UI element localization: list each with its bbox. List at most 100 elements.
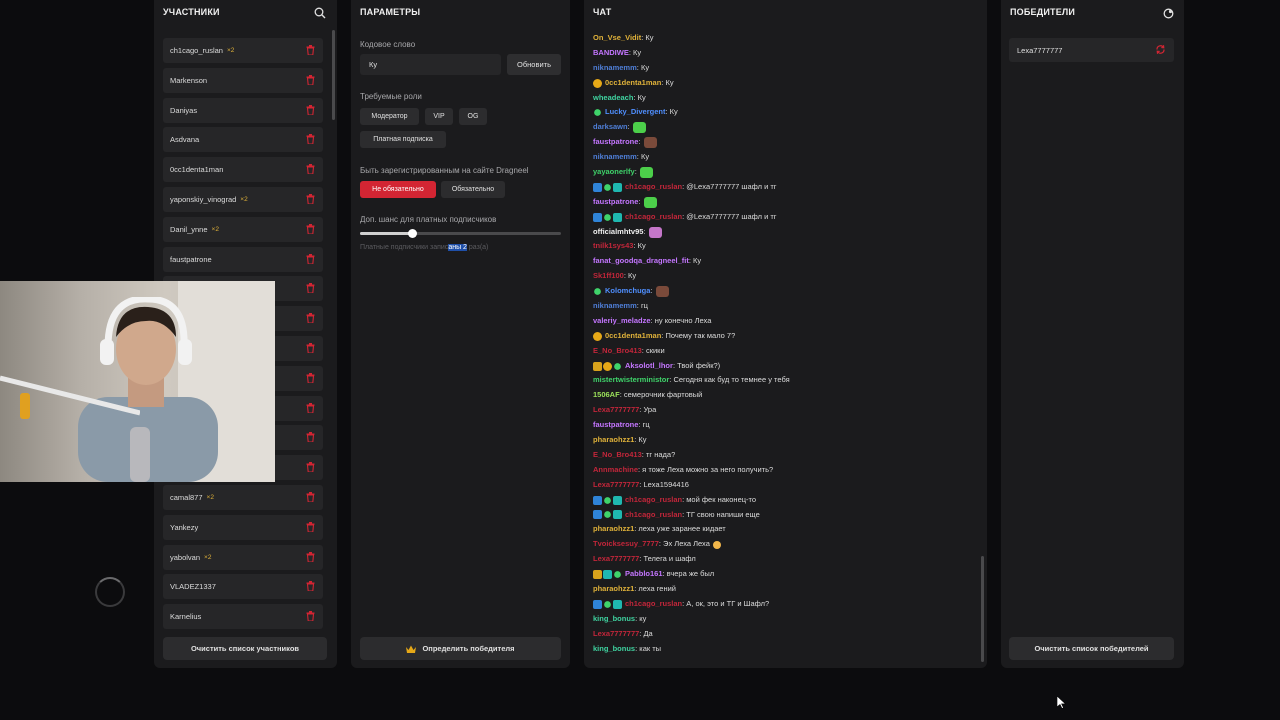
chance-slider[interactable]: [360, 229, 561, 238]
chat-username[interactable]: Lucky_Divergent: [605, 105, 665, 120]
pick-winner-button[interactable]: Определить победителя: [360, 637, 561, 660]
chat-username[interactable]: king_bonus: [593, 642, 635, 657]
trash-icon[interactable]: [306, 134, 315, 146]
chat-username[interactable]: 0cc1denta1man: [605, 76, 661, 91]
role-og-chip[interactable]: OG: [459, 108, 487, 125]
not-required-option[interactable]: Не обязательно: [360, 181, 436, 198]
chat-message: valeriy_meladze: ну конечно Леха: [593, 314, 973, 329]
trash-icon[interactable]: [306, 581, 315, 593]
role-paid-sub-chip[interactable]: Платная подписка: [360, 131, 446, 148]
chat-username[interactable]: ch1cago_ruslan: [625, 508, 682, 523]
chat-scrollbar[interactable]: [981, 556, 984, 662]
search-icon[interactable]: [313, 6, 327, 20]
chat-username[interactable]: niknamemm: [593, 299, 637, 314]
role-moderator-chip[interactable]: Модератор: [360, 108, 419, 125]
chat-username[interactable]: valeriy_meladze: [593, 314, 651, 329]
gold-badge-icon: [603, 361, 612, 371]
trash-icon[interactable]: [306, 551, 315, 564]
trash-icon[interactable]: [306, 402, 315, 415]
chat-username[interactable]: Lexa7777777: [593, 478, 639, 493]
trash-icon[interactable]: [306, 104, 315, 117]
trash-icon[interactable]: [306, 462, 315, 474]
chat-username[interactable]: Kolomchuga: [605, 284, 650, 299]
chat-text: : Ку: [633, 92, 646, 102]
chat-username[interactable]: wheadeach: [593, 91, 633, 106]
keyword-input[interactable]: Ку: [360, 54, 501, 75]
chat-username[interactable]: Lexa7777777: [593, 403, 639, 418]
chat-username[interactable]: 1506AF: [593, 388, 620, 403]
chat-username[interactable]: E_No_Bro413: [593, 344, 642, 359]
chat-username[interactable]: 0cc1denta1man: [605, 329, 661, 344]
chat-username[interactable]: pharaohzz1: [593, 433, 634, 448]
chat-username[interactable]: ch1cago_ruslan: [625, 597, 682, 612]
chat-username[interactable]: Aksolotl_lhor: [625, 359, 673, 374]
participant-name: Daniyas: [170, 105, 198, 115]
chat-username[interactable]: fanat_goodqa_dragneel_fit: [593, 254, 689, 269]
chat-username[interactable]: king_bonus: [593, 612, 635, 627]
chat-username[interactable]: niknamemm: [593, 61, 637, 76]
role-vip-chip[interactable]: VIP: [425, 108, 453, 125]
chat-username[interactable]: faustpatrone: [593, 195, 638, 210]
trash-icon[interactable]: [306, 74, 315, 87]
chat-message: faustpatrone:: [593, 195, 973, 210]
trash-icon[interactable]: [306, 253, 315, 266]
chat-username[interactable]: pharaohzz1: [593, 522, 634, 537]
chat-message: pharaohzz1: леха уже заранее кидает: [593, 522, 973, 537]
chat-username[interactable]: faustpatrone: [593, 135, 638, 150]
chat-username[interactable]: ch1cago_ruslan: [625, 493, 682, 508]
chat-username[interactable]: darksawn: [593, 120, 628, 135]
trash-icon[interactable]: [306, 164, 315, 176]
chat-username[interactable]: E_No_Bro413: [593, 448, 642, 463]
participants-title: УЧАСТНИКИ: [163, 7, 220, 17]
chat-username[interactable]: BANDIWE: [593, 46, 629, 61]
chat-username[interactable]: Sk1ff100: [593, 269, 624, 284]
trash-icon[interactable]: [306, 193, 315, 206]
chance-slider-knob[interactable]: [408, 229, 418, 238]
trash-icon[interactable]: [306, 432, 315, 444]
trash-icon[interactable]: [306, 491, 315, 504]
trash-icon[interactable]: [306, 611, 315, 623]
green-badge-icon: [602, 182, 613, 193]
chat-text: : ку: [635, 613, 647, 623]
trash-icon[interactable]: [306, 45, 315, 57]
chat-username[interactable]: pharaohzz1: [593, 582, 634, 597]
required-option[interactable]: Обязательно: [441, 181, 505, 198]
refresh-icon[interactable]: [1155, 44, 1166, 57]
settings-icon[interactable]: [1161, 6, 1175, 20]
chat-username[interactable]: niknamemm: [593, 150, 637, 165]
chat-username[interactable]: yayaonerlfy: [593, 165, 635, 180]
chat-username[interactable]: On_Vse_Vidit: [593, 31, 641, 46]
chat-message: E_No_Bro413: тг нада?: [593, 448, 973, 463]
chat-username[interactable]: Lexa7777777: [593, 552, 639, 567]
green-badge-icon: [602, 212, 613, 222]
clear-participants-button[interactable]: Очистить список участников: [163, 637, 327, 660]
chat-message: wheadeach: Ку: [593, 91, 973, 106]
chat-message: king_bonus: ку: [593, 612, 973, 627]
chat-username[interactable]: Lexa7777777: [593, 627, 639, 642]
participant-item: Daniyas: [163, 97, 323, 123]
green-badge-icon: [612, 361, 623, 371]
chat-username[interactable]: ch1cago_ruslan: [625, 180, 682, 195]
chat-username[interactable]: officialmhtv95: [593, 225, 643, 240]
trash-icon[interactable]: [306, 223, 315, 236]
trash-icon[interactable]: [306, 372, 315, 385]
trash-icon[interactable]: [306, 313, 315, 325]
chat-text: : Ку: [628, 47, 642, 57]
chat-username[interactable]: ch1cago_ruslan: [625, 210, 682, 225]
trash-icon[interactable]: [306, 342, 315, 355]
chat-username[interactable]: mistertwisterministor: [593, 373, 669, 388]
clear-winners-button[interactable]: Очистить список победителей: [1009, 637, 1174, 660]
trash-icon[interactable]: [306, 521, 315, 534]
user-badges: [593, 569, 623, 580]
refresh-keyword-button[interactable]: Обновить: [507, 54, 561, 75]
chat-message: officialmhtv95:: [593, 225, 973, 240]
chat-username[interactable]: Annmachine: [593, 463, 638, 478]
participants-scrollbar[interactable]: [332, 30, 335, 120]
chat-username[interactable]: Tvoicksesuy_7777: [593, 537, 659, 552]
chat-username[interactable]: faustpatrone: [593, 418, 638, 433]
chat-message: ch1cago_ruslan: @Lexa7777777 шафл и тг: [593, 210, 973, 225]
trash-icon[interactable]: [306, 283, 315, 295]
chat-message: Pabblo161: вчера же был: [593, 567, 973, 582]
chat-username[interactable]: tnilk1sys43: [593, 239, 633, 254]
chat-username[interactable]: Pabblo161: [625, 567, 663, 582]
